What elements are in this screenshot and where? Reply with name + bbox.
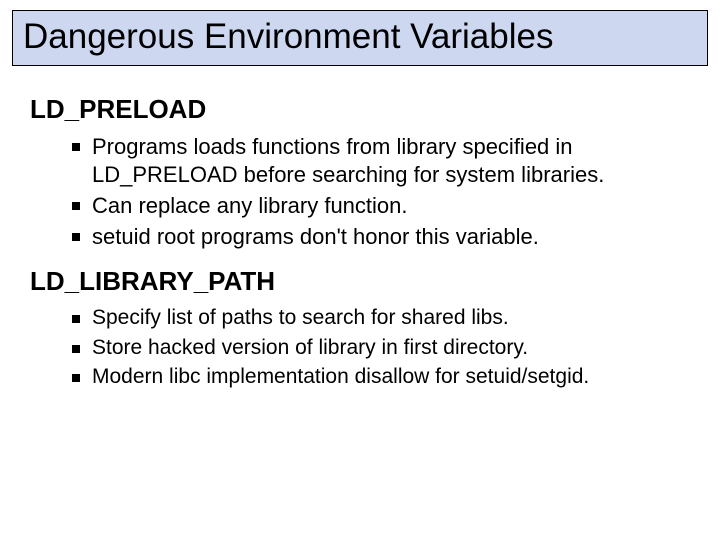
list-item: Programs loads functions from library sp…: [72, 133, 690, 189]
list-item: Can replace any library function.: [72, 192, 690, 220]
list-item: Store hacked version of library in first…: [72, 335, 690, 362]
slide-body: LD_PRELOAD Programs loads functions from…: [0, 66, 720, 391]
list-item: Specify list of paths to search for shar…: [72, 305, 690, 332]
list-item: setuid root programs don't honor this va…: [72, 223, 690, 251]
section-heading: LD_LIBRARY_PATH: [30, 266, 690, 297]
section-heading: LD_PRELOAD: [30, 94, 690, 125]
slide-title: Dangerous Environment Variables: [23, 17, 697, 57]
list-item: Modern libc implementation disallow for …: [72, 364, 690, 391]
bullet-list: Programs loads functions from library sp…: [30, 133, 690, 252]
slide-title-bar: Dangerous Environment Variables: [12, 10, 708, 66]
bullet-list: Specify list of paths to search for shar…: [30, 305, 690, 392]
